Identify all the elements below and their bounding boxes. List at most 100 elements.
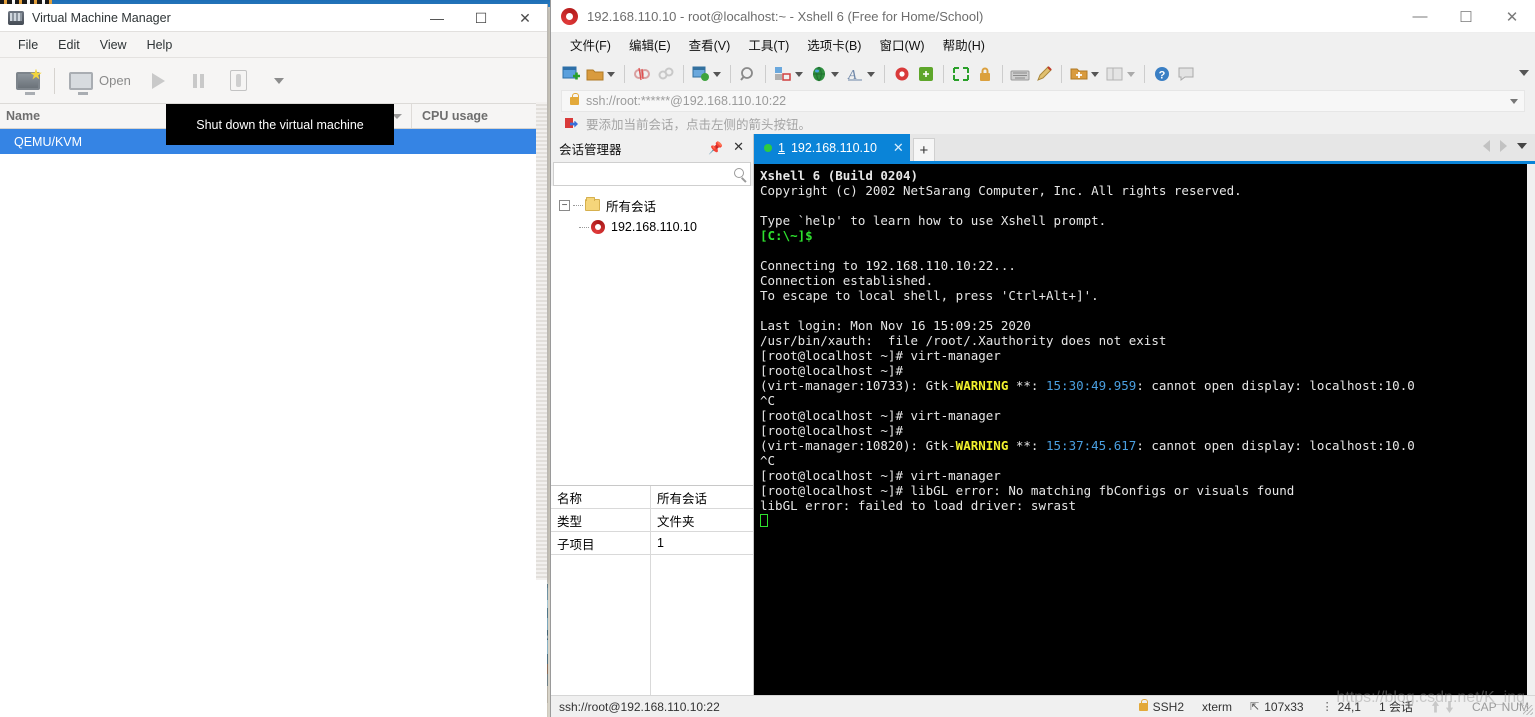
vmm-toolbar[interactable]: Open xyxy=(0,58,547,104)
xshell-menu-file[interactable]: 文件(F) xyxy=(561,33,620,59)
session-properties-dropdown-icon[interactable] xyxy=(713,71,721,77)
vmm-vertical-scrollbar[interactable] xyxy=(536,102,547,580)
xshell-menu-edit[interactable]: 编辑(E) xyxy=(620,33,680,59)
tree-line xyxy=(573,204,583,206)
highlight-icon[interactable] xyxy=(1033,63,1055,85)
open-folder-icon[interactable] xyxy=(584,63,606,85)
layout-icon[interactable] xyxy=(772,63,794,85)
xshell-menu-tools[interactable]: 工具(T) xyxy=(739,33,798,59)
xshell-main-area: 会话管理器 📌 ✕ − 所有会话 192.168.110.10 名称 所有会话 … xyxy=(551,134,1535,695)
prev-tab-icon[interactable] xyxy=(1483,140,1490,152)
keyboard-icon[interactable] xyxy=(1009,63,1031,85)
session-properties-table: 名称 所有会话 类型 文件夹 子项目 1 xyxy=(551,485,753,695)
pause-icon[interactable] xyxy=(179,62,219,100)
reconnect-icon[interactable] xyxy=(655,63,677,85)
vmm-window-controls[interactable]: — ☐ ✕ xyxy=(415,4,547,32)
xshell-toolbar[interactable]: A ? xyxy=(551,59,1535,89)
xshell-icon[interactable] xyxy=(891,63,913,85)
globe-dropdown-icon[interactable] xyxy=(831,71,839,77)
toolbar-separator xyxy=(624,65,625,83)
tab-list-icon[interactable] xyxy=(1517,143,1527,149)
run-icon[interactable] xyxy=(139,62,179,100)
property-key: 名称 xyxy=(551,486,651,508)
xftp-icon[interactable] xyxy=(915,63,937,85)
xshell-app-icon xyxy=(561,7,578,25)
session-tree[interactable]: − 所有会话 192.168.110.10 xyxy=(551,186,753,485)
new-vm-icon[interactable] xyxy=(8,62,48,100)
help-icon[interactable]: ? xyxy=(1151,63,1173,85)
new-tab-button[interactable]: + xyxy=(912,138,935,161)
next-tab-icon[interactable] xyxy=(1500,140,1507,152)
open-folder-dropdown-icon[interactable] xyxy=(607,71,615,77)
vmm-menu-view[interactable]: View xyxy=(90,32,137,58)
split-view-icon[interactable] xyxy=(1104,63,1126,85)
tab-192-168-110-10[interactable]: 1 192.168.110.10 ✕ xyxy=(754,134,910,161)
vmm-minimize-button[interactable]: — xyxy=(415,4,459,32)
new-file-transfer-dropdown-icon[interactable] xyxy=(1091,71,1099,77)
virtual-machine-manager-window[interactable]: Virtual Machine Manager — ☐ ✕ File Edit … xyxy=(0,4,548,717)
table-row: 子项目 1 xyxy=(551,532,753,555)
fullscreen-icon[interactable] xyxy=(950,63,972,85)
status-protocol[interactable]: SSH2 xyxy=(1138,698,1184,714)
split-view-dropdown-icon[interactable] xyxy=(1127,71,1135,77)
font-icon[interactable]: A xyxy=(844,63,866,85)
pin-icon[interactable]: 📌 xyxy=(708,141,723,155)
address-bar[interactable]: ssh://root:******@192.168.110.10:22 xyxy=(561,90,1525,112)
terminal-line: [root@localhost ~]# xyxy=(760,423,903,438)
terminal-output[interactable]: Xshell 6 (Build 0204) Copyright (c) 2002 … xyxy=(754,161,1535,695)
xshell-menubar[interactable]: 文件(F) 编辑(E) 查看(V) 工具(T) 选项卡(B) 窗口(W) 帮助(… xyxy=(551,33,1535,59)
close-icon[interactable]: ✕ xyxy=(733,139,744,155)
close-icon[interactable]: ✕ xyxy=(883,140,904,156)
xshell-window[interactable]: 192.168.110.10 - root@localhost:~ - Xshe… xyxy=(550,0,1535,717)
property-key: 子项目 xyxy=(551,532,651,554)
find-icon[interactable] xyxy=(737,63,759,85)
feedback-icon[interactable] xyxy=(1175,63,1197,85)
new-file-transfer-icon[interactable] xyxy=(1068,63,1090,85)
new-session-icon[interactable] xyxy=(560,63,582,85)
tab-navigation[interactable] xyxy=(1483,140,1527,152)
xshell-menu-tabs[interactable]: 选项卡(B) xyxy=(798,33,870,59)
expander-icon[interactable]: − xyxy=(559,199,570,211)
xshell-window-controls[interactable]: — ☐ ✕ xyxy=(1397,0,1535,33)
toolbar-separator xyxy=(54,67,55,94)
session-tree-root[interactable]: − 所有会话 xyxy=(551,194,753,216)
xshell-minimize-button[interactable]: — xyxy=(1397,0,1443,33)
xshell-menu-window[interactable]: 窗口(W) xyxy=(870,33,933,59)
disconnect-icon[interactable] xyxy=(631,63,653,85)
xshell-menu-view[interactable]: 查看(V) xyxy=(680,33,740,59)
lock-icon[interactable] xyxy=(974,63,996,85)
vmm-menubar[interactable]: File Edit View Help xyxy=(0,32,547,58)
vmm-maximize-button[interactable]: ☐ xyxy=(459,4,503,32)
font-dropdown-icon[interactable] xyxy=(867,71,875,77)
chevron-down-icon[interactable] xyxy=(259,62,299,100)
vmm-column-cpu[interactable]: CPU usage xyxy=(412,109,488,123)
terminal-line: libGL error: failed to load driver: swra… xyxy=(760,498,1077,513)
vmm-menu-file[interactable]: File xyxy=(8,32,48,58)
open-vm-button[interactable]: Open xyxy=(61,71,139,95)
vmm-menu-help[interactable]: Help xyxy=(137,32,183,58)
resize-grip[interactable] xyxy=(1523,705,1533,715)
session-tree-item[interactable]: 192.168.110.10 xyxy=(551,216,753,238)
session-properties-icon[interactable] xyxy=(690,63,712,85)
terminal-line: /usr/bin/xauth: file /root/.Xauthority d… xyxy=(760,333,1167,348)
globe-icon[interactable] xyxy=(808,63,830,85)
layout-dropdown-icon[interactable] xyxy=(795,71,803,77)
session-search-input[interactable] xyxy=(553,162,751,186)
vmm-list-body xyxy=(0,154,547,717)
session-manager-panel[interactable]: 会话管理器 📌 ✕ − 所有会话 192.168.110.10 名称 所有会话 … xyxy=(551,134,754,695)
status-bar: ssh://root@192.168.110.10:22 SSH2 xterm … xyxy=(551,695,1535,717)
xshell-menu-help[interactable]: 帮助(H) xyxy=(934,33,994,59)
xshell-maximize-button[interactable]: ☐ xyxy=(1443,0,1489,33)
xshell-close-button[interactable]: ✕ xyxy=(1489,0,1535,33)
vmm-close-button[interactable]: ✕ xyxy=(503,4,547,32)
terminal-scrollbar[interactable] xyxy=(1527,164,1535,695)
tree-line xyxy=(579,226,589,228)
xshell-titlebar[interactable]: 192.168.110.10 - root@localhost:~ - Xshe… xyxy=(551,0,1535,33)
status-terminal-type[interactable]: xterm xyxy=(1202,700,1232,714)
vmm-titlebar[interactable]: Virtual Machine Manager — ☐ ✕ xyxy=(0,4,547,32)
shutdown-icon[interactable] xyxy=(219,62,259,100)
chevron-down-icon[interactable] xyxy=(1510,99,1518,104)
tab-bar[interactable]: 1 192.168.110.10 ✕ + xyxy=(754,134,1535,161)
vmm-menu-edit[interactable]: Edit xyxy=(48,32,90,58)
toolbar-overflow-icon[interactable] xyxy=(1519,70,1529,76)
